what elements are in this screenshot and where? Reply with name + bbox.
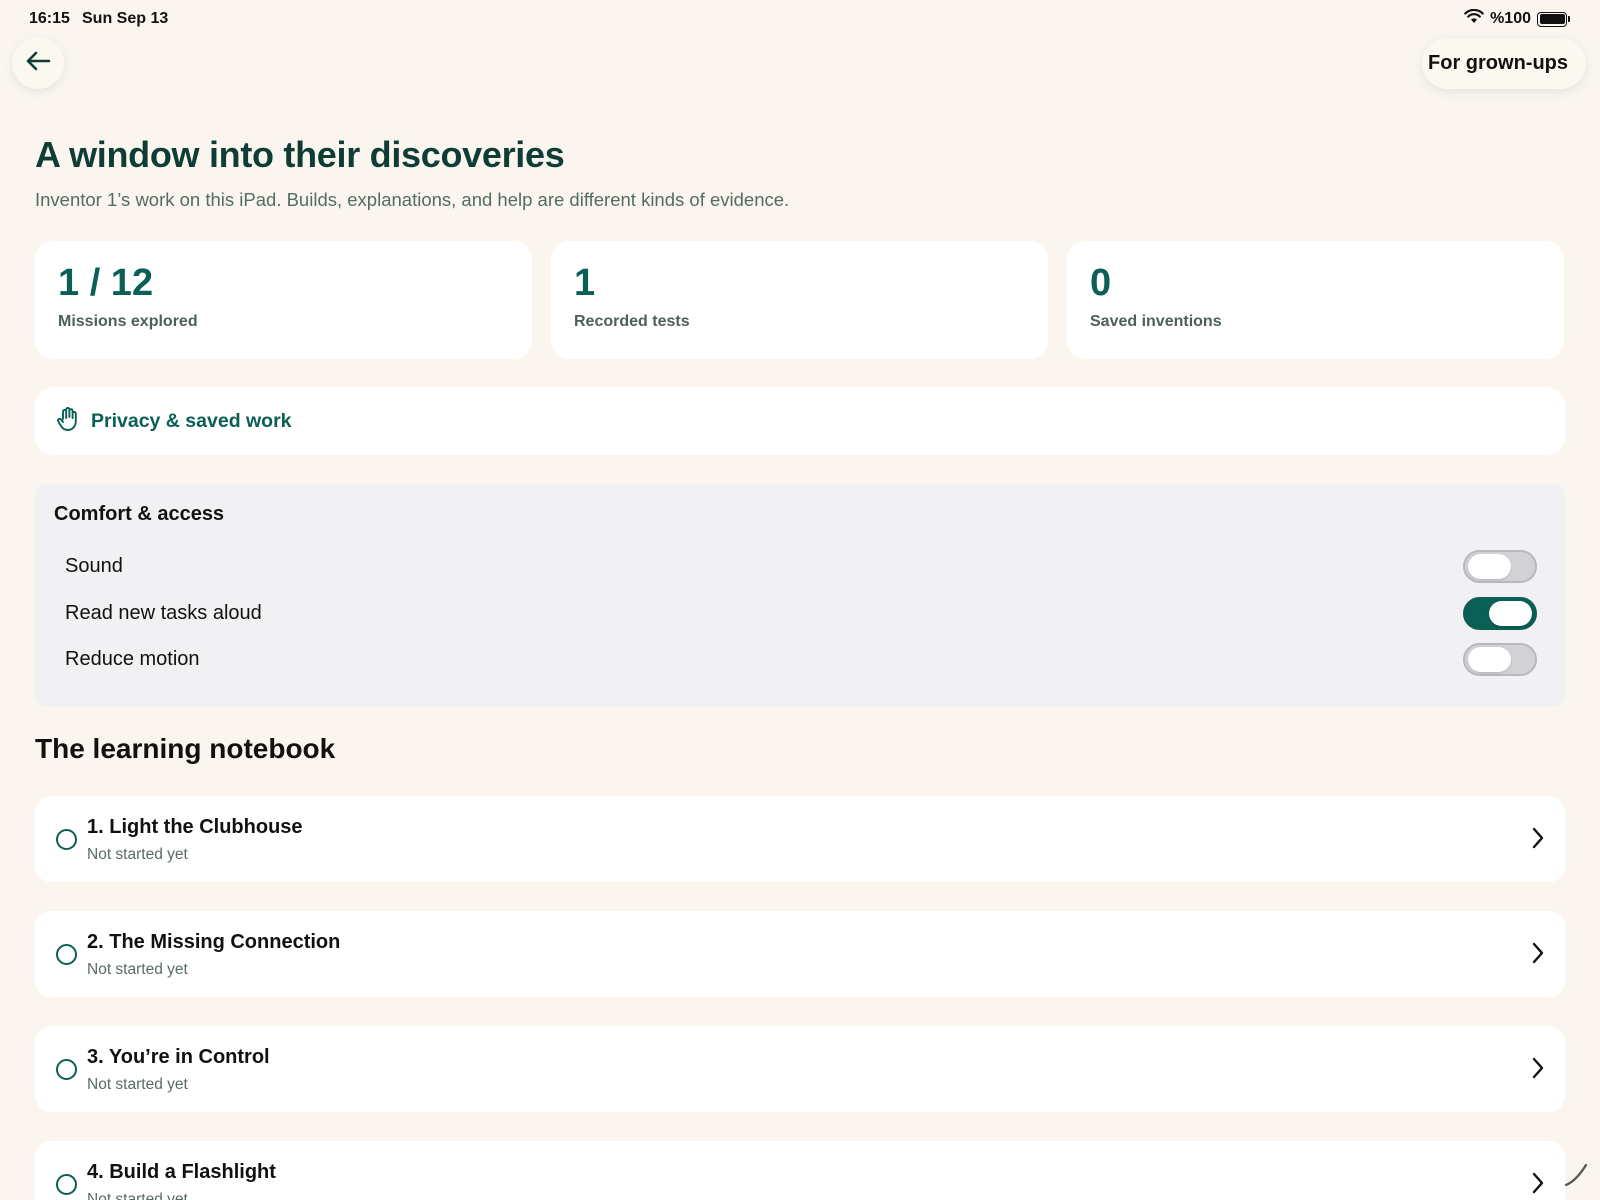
hand-icon [57, 406, 79, 437]
stat-card-missions: 1 / 12 Missions explored [35, 241, 532, 359]
toggle-label: Read new tasks aloud [65, 601, 262, 624]
mission-status: Not started yet [87, 961, 188, 978]
circle-icon [56, 1174, 77, 1195]
toggle-row-read-aloud: Read new tasks aloud [35, 593, 1565, 633]
status-date: Sun Sep 13 [82, 10, 169, 27]
mission-item[interactable]: 2. The Missing Connection Not started ye… [35, 911, 1565, 997]
mission-item[interactable]: 3. You’re in Control Not started yet [35, 1026, 1565, 1112]
mission-status: Not started yet [87, 1076, 188, 1093]
notebook-title: The learning notebook [35, 733, 336, 764]
comfort-access-panel: Comfort & access Sound Read new tasks al… [35, 484, 1565, 707]
status-bar: 16:15 Sun Sep 13 %100 [0, 0, 1600, 38]
mission-title: 4. Build a Flashlight [87, 1161, 276, 1183]
toggle-label: Reduce motion [65, 647, 200, 670]
privacy-label: Privacy & saved work [91, 409, 292, 432]
scroll-indicator-icon [1562, 1159, 1592, 1194]
page-title: A window into their discoveries [35, 134, 565, 175]
stat-card-inventions: 0 Saved inventions [1067, 241, 1564, 359]
battery-percentage: %100 [1490, 10, 1531, 27]
toggle-row-sound: Sound [35, 546, 1565, 586]
circle-icon [56, 1059, 77, 1080]
mission-title: 1. Light the Clubhouse [87, 816, 303, 838]
stat-label: Saved inventions [1090, 312, 1222, 330]
back-button[interactable] [12, 37, 64, 89]
circle-icon [56, 829, 77, 850]
chevron-right-icon [1531, 1171, 1545, 1200]
stat-value: 0 [1090, 262, 1112, 304]
toggle-row-reduce-motion: Reduce motion [35, 639, 1565, 679]
stat-label: Recorded tests [574, 312, 690, 330]
chevron-right-icon [1531, 1056, 1545, 1085]
mission-item[interactable]: 4. Build a Flashlight Not started yet [35, 1141, 1565, 1200]
circle-icon [56, 944, 77, 965]
battery-icon [1537, 11, 1570, 27]
comfort-title: Comfort & access [54, 503, 225, 525]
reduce-motion-toggle[interactable] [1463, 642, 1537, 676]
page-subtitle: Inventor 1’s work on this iPad. Builds, … [35, 189, 790, 210]
stat-card-tests: 1 Recorded tests [551, 241, 1048, 359]
mission-status: Not started yet [87, 846, 188, 863]
stat-label: Missions explored [58, 312, 198, 330]
for-grownups-button[interactable]: For grown-ups [1422, 38, 1586, 89]
wifi-icon [1464, 8, 1484, 29]
stat-value: 1 / 12 [58, 262, 154, 304]
stat-value: 1 [574, 262, 596, 304]
arrow-left-icon [25, 50, 51, 77]
privacy-saved-work-link[interactable]: Privacy & saved work [35, 387, 1565, 455]
sound-toggle[interactable] [1463, 549, 1537, 583]
toggle-label: Sound [65, 554, 123, 577]
mission-title: 3. You’re in Control [87, 1046, 270, 1068]
status-indicators: %100 [1464, 8, 1570, 29]
read-aloud-toggle[interactable] [1463, 596, 1537, 630]
stats-row: 1 / 12 Missions explored 1 Recorded test… [35, 241, 1564, 359]
mission-item[interactable]: 1. Light the Clubhouse Not started yet [35, 796, 1565, 882]
mission-list: 1. Light the Clubhouse Not started yet 2… [35, 796, 1565, 1200]
mission-status: Not started yet [87, 1191, 188, 1200]
chevron-right-icon [1531, 826, 1545, 855]
grownups-screen: 16:15 Sun Sep 13 %100 For grown-ups A wi… [0, 0, 1600, 1200]
mission-title: 2. The Missing Connection [87, 931, 341, 953]
status-time: 16:15 [29, 10, 70, 27]
chevron-right-icon [1531, 941, 1545, 970]
